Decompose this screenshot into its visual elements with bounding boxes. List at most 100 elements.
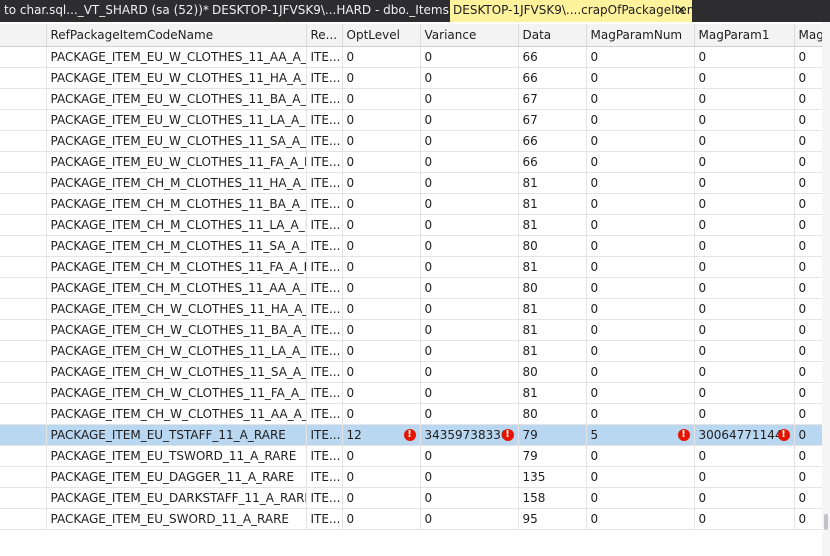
ref-cell[interactable]: ITE... — [306, 46, 343, 68]
optlevel-cell[interactable]: 0 — [342, 445, 421, 467]
optlevel-cell[interactable]: 0 — [342, 193, 421, 215]
table-row[interactable]: PACKAGE_ITEM_CH_M_CLOTHES_11_HA_A_R... IT… — [0, 172, 830, 194]
code-cell[interactable]: PACKAGE_ITEM_EU_SWORD_11_A_RARE — [46, 508, 307, 530]
variance-cell[interactable]: 0 — [420, 319, 519, 341]
ref-cell[interactable]: ITE... — [306, 88, 343, 110]
data-cell[interactable]: 66 — [518, 151, 587, 173]
code-cell[interactable]: PACKAGE_ITEM_CH_M_CLOTHES_11_SA_A_R... — [46, 235, 307, 257]
data-cell[interactable]: 81 — [518, 298, 587, 320]
magparamnum-cell[interactable]: 0 — [586, 277, 695, 299]
optlevel-cell[interactable]: 0 — [342, 151, 421, 173]
table-row[interactable]: PACKAGE_ITEM_CH_W_CLOTHES_11_FA_A_R... IT… — [0, 382, 830, 404]
magparam1-cell[interactable]: 30064771144! — [694, 424, 795, 446]
variance-cell[interactable]: 0 — [420, 445, 519, 467]
row-header-cell[interactable] — [0, 88, 47, 110]
tab-items-table[interactable]: DESKTOP-1JFVSK9\...HARD - dbo._Items — [210, 0, 450, 22]
variance-cell[interactable]: 0 — [420, 508, 519, 530]
row-header-cell[interactable] — [0, 403, 47, 425]
row-header-cell[interactable] — [0, 256, 47, 278]
ref-cell[interactable]: ITE... — [306, 403, 343, 425]
magparam1-cell[interactable]: 0 — [694, 445, 795, 467]
table-row[interactable]: PACKAGE_ITEM_EU_DARKSTAFF_11_A_RARE ITE..… — [0, 487, 830, 509]
magparam1-cell[interactable]: 0 — [694, 151, 795, 173]
variance-cell[interactable]: 0 — [420, 466, 519, 488]
row-header-cell[interactable] — [0, 151, 47, 173]
row-header-cell[interactable] — [0, 214, 47, 236]
data-cell[interactable]: 81 — [518, 256, 587, 278]
variance-cell[interactable]: 0 — [420, 403, 519, 425]
ref-cell[interactable]: ITE... — [306, 487, 343, 509]
magparam1-cell[interactable]: 0 — [694, 235, 795, 257]
variance-cell[interactable]: 0 — [420, 214, 519, 236]
optlevel-cell[interactable]: 0 — [342, 256, 421, 278]
optlevel-cell[interactable]: 12! — [342, 424, 421, 446]
column-header-rownum[interactable] — [0, 24, 47, 47]
magparam1-cell[interactable]: 0 — [694, 340, 795, 362]
code-cell[interactable]: PACKAGE_ITEM_CH_M_CLOTHES_11_AA_A_R... — [46, 277, 307, 299]
variance-cell[interactable]: 34359738336! — [420, 424, 519, 446]
magparam1-cell[interactable]: 0 — [694, 109, 795, 131]
magparam1-cell[interactable]: 0 — [694, 487, 795, 509]
magparamnum-cell[interactable]: 0 — [586, 319, 695, 341]
optlevel-cell[interactable]: 0 — [342, 361, 421, 383]
data-cell[interactable]: 66 — [518, 46, 587, 68]
magparamnum-cell[interactable]: 0 — [586, 151, 695, 173]
magparamnum-cell[interactable]: 0 — [586, 193, 695, 215]
variance-cell[interactable]: 0 — [420, 172, 519, 194]
variance-cell[interactable]: 0 — [420, 382, 519, 404]
table-row[interactable]: PACKAGE_ITEM_EU_W_CLOTHES_11_HA_A_R... IT… — [0, 67, 830, 89]
code-cell[interactable]: PACKAGE_ITEM_EU_W_CLOTHES_11_LA_A_R... — [46, 109, 307, 131]
magparam1-cell[interactable]: 0 — [694, 193, 795, 215]
optlevel-cell[interactable]: 0 — [342, 67, 421, 89]
code-cell[interactable]: PACKAGE_ITEM_CH_W_CLOTHES_11_BA_A_R... — [46, 319, 307, 341]
magparamnum-cell[interactable]: 0 — [586, 466, 695, 488]
row-header-cell[interactable] — [0, 487, 47, 509]
column-header-magparamnum[interactable]: MagParamNum — [586, 24, 695, 47]
magparamnum-cell[interactable]: 0 — [586, 109, 695, 131]
ref-cell[interactable]: ITE... — [306, 466, 343, 488]
magparam1-cell[interactable]: 0 — [694, 277, 795, 299]
row-header-cell[interactable] — [0, 130, 47, 152]
code-cell[interactable]: PACKAGE_ITEM_CH_M_CLOTHES_11_BA_A_R... — [46, 193, 307, 215]
code-cell[interactable]: PACKAGE_ITEM_CH_M_CLOTHES_11_HA_A_R... — [46, 172, 307, 194]
data-cell[interactable]: 81 — [518, 172, 587, 194]
optlevel-cell[interactable]: 0 — [342, 466, 421, 488]
variance-cell[interactable]: 0 — [420, 256, 519, 278]
table-row[interactable]: PACKAGE_ITEM_EU_SWORD_11_A_RARE ITE... 0 0 9… — [0, 508, 830, 530]
variance-cell[interactable]: 0 — [420, 340, 519, 362]
data-cell[interactable]: 81 — [518, 319, 587, 341]
ref-cell[interactable]: ITE... — [306, 214, 343, 236]
magparamnum-cell[interactable]: 0 — [586, 403, 695, 425]
data-cell[interactable]: 80 — [518, 235, 587, 257]
magparamnum-cell[interactable]: 0 — [586, 298, 695, 320]
row-header-cell[interactable] — [0, 340, 47, 362]
data-cell[interactable]: 67 — [518, 109, 587, 131]
ref-cell[interactable]: ITE... — [306, 151, 343, 173]
row-header-cell[interactable] — [0, 298, 47, 320]
ref-cell[interactable]: ITE... — [306, 193, 343, 215]
close-tab-icon[interactable]: ✕ — [674, 0, 688, 22]
ref-cell[interactable]: ITE... — [306, 109, 343, 131]
optlevel-cell[interactable]: 0 — [342, 88, 421, 110]
ref-cell[interactable]: ITE... — [306, 424, 343, 446]
column-header-ref[interactable]: Re... — [306, 24, 343, 47]
code-cell[interactable]: PACKAGE_ITEM_CH_W_CLOTHES_11_AA_A_R... — [46, 403, 307, 425]
magparam1-cell[interactable]: 0 — [694, 319, 795, 341]
row-header-cell[interactable] — [0, 172, 47, 194]
data-cell[interactable]: 79 — [518, 424, 587, 446]
code-cell[interactable]: PACKAGE_ITEM_CH_W_CLOTHES_11_HA_A_R... — [46, 298, 307, 320]
magparamnum-cell[interactable]: 0 — [586, 88, 695, 110]
row-header-cell[interactable] — [0, 445, 47, 467]
ref-cell[interactable]: ITE... — [306, 277, 343, 299]
magparam1-cell[interactable]: 0 — [694, 172, 795, 194]
optlevel-cell[interactable]: 0 — [342, 382, 421, 404]
ref-cell[interactable]: ITE... — [306, 382, 343, 404]
table-row[interactable]: PACKAGE_ITEM_CH_W_CLOTHES_11_LA_A_R... IT… — [0, 340, 830, 362]
ref-cell[interactable]: ITE... — [306, 361, 343, 383]
variance-cell[interactable]: 0 — [420, 46, 519, 68]
optlevel-cell[interactable]: 0 — [342, 277, 421, 299]
code-cell[interactable]: PACKAGE_ITEM_EU_DARKSTAFF_11_A_RARE — [46, 487, 307, 509]
code-cell[interactable]: PACKAGE_ITEM_EU_W_CLOTHES_11_FA_A_RA... — [46, 151, 307, 173]
magparam1-cell[interactable]: 0 — [694, 88, 795, 110]
ref-cell[interactable]: ITE... — [306, 340, 343, 362]
